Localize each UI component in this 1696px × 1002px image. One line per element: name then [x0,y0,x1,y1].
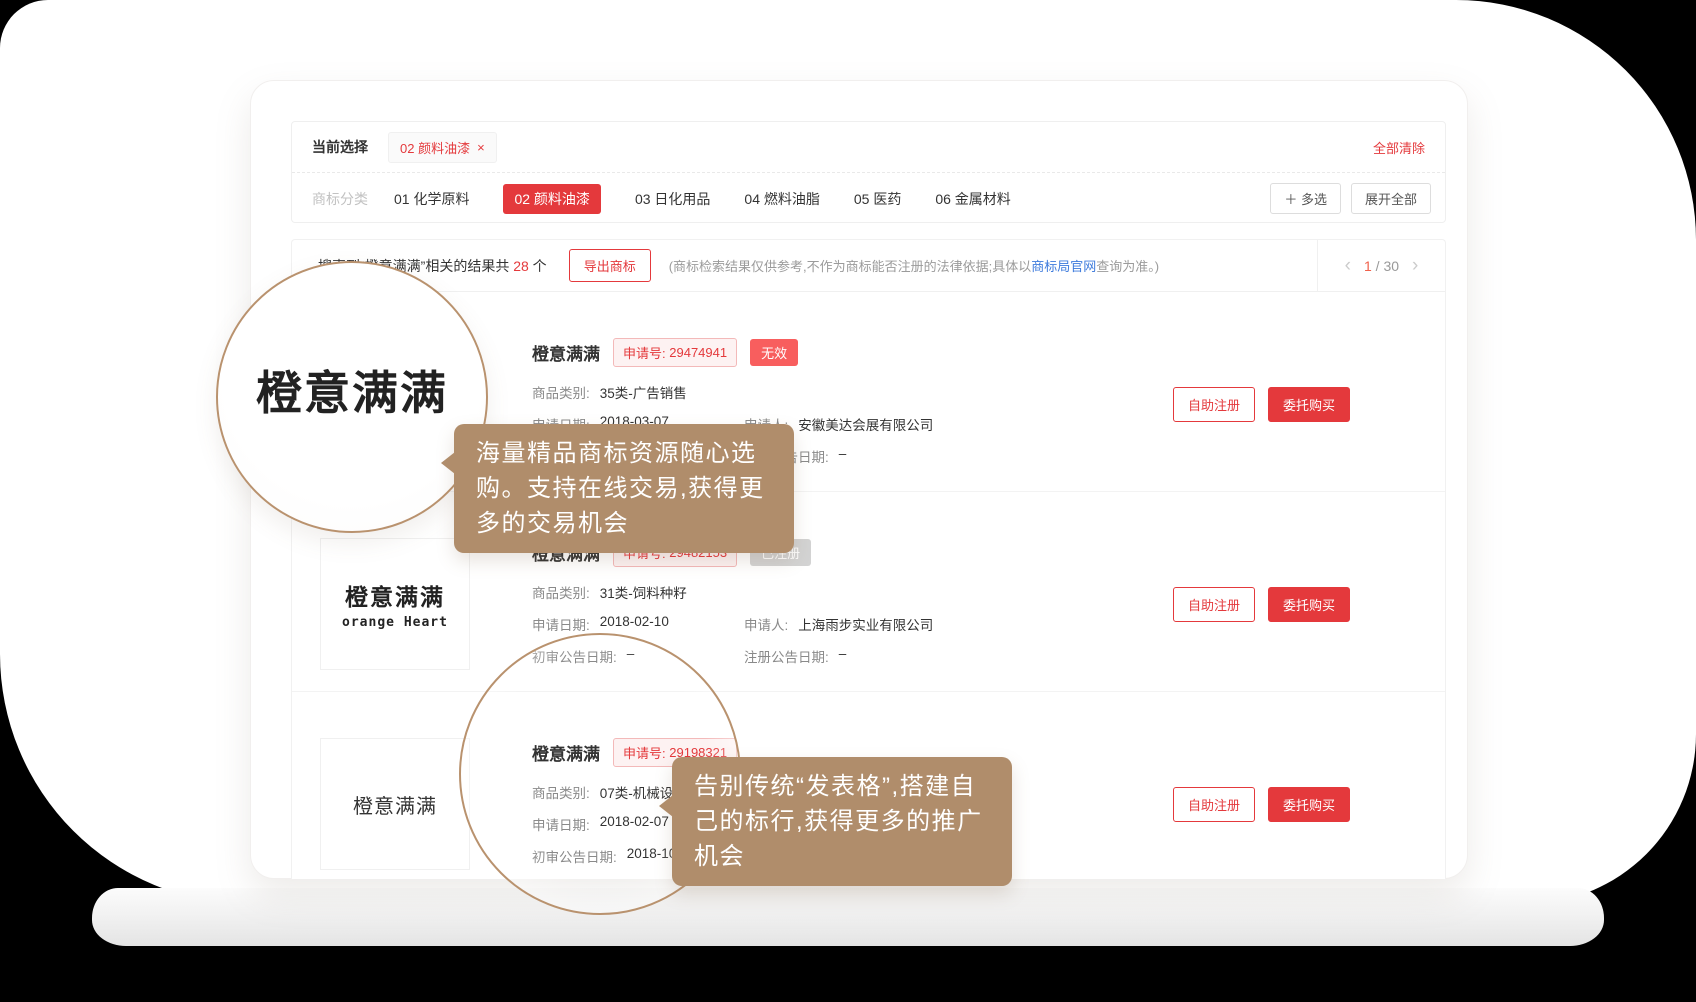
trademark-image: 橙意满满 orange Heart [320,538,470,670]
current-selection-row: 当前选择 02 颜料油漆 × 全部清除 [292,122,1445,173]
row-actions: 自助注册 委托购买 [1173,387,1350,422]
magnified-trademark-text: 橙意满满 [256,357,448,423]
magnifier-circle-top: 橙意满满 [216,261,488,533]
tooltip-arrow-left-icon [441,452,455,474]
category-tools: ＋ 多选 展开全部 [1270,183,1431,214]
trademark-image-text: 橙意满满 [353,790,437,819]
category-item-01[interactable]: 01 化学原料 [394,184,469,214]
trademark-name: 橙意满满 [532,340,600,365]
entrusted-purchase-button[interactable]: 委托购买 [1268,787,1350,822]
row-actions: 自助注册 委托购买 [1173,787,1350,822]
category-item-03[interactable]: 03 日化用品 [635,184,710,214]
category-row-label: 商标分类 [312,189,368,209]
status-badge: 无效 [750,339,798,366]
multi-select-button[interactable]: ＋ 多选 [1270,183,1341,214]
results-count-number: 28 [513,258,529,274]
results-summary: 搜索到“橙意满满”相关的结果共 28 个 导出商标 (商标检索结果仅供参考,不作… [292,249,1317,282]
registration-publication-field: 注册公告日期:– [744,646,846,666]
trademark-name: 橙意满满 [532,740,600,765]
category-item-05[interactable]: 05 医药 [854,184,901,214]
trademark-image-text: 橙意满满 [345,578,445,612]
category-item-02-selected[interactable]: 02 颜料油漆 [503,184,600,214]
trademark-image-subtext: orange Heart [342,615,448,630]
prev-page-icon[interactable]: ‹ [1345,256,1351,275]
page-indicator: 1 / 30 [1364,258,1399,274]
next-page-icon[interactable]: › [1412,256,1418,275]
category-item-04[interactable]: 04 燃料油脂 [744,184,819,214]
current-selection-label: 当前选择 [312,137,368,157]
results-disclaimer: (商标检索结果仅供参考,不作为商标能否注册的法律依据;具体以商标局官网查询为准。… [669,256,1159,275]
pagination: ‹ 1 / 30 › [1317,240,1445,291]
self-register-button[interactable]: 自助注册 [1173,587,1255,622]
tooltip-arrow-left-icon [659,795,673,817]
screenshot-canvas: 当前选择 02 颜料油漆 × 全部清除 商标分类 01 化学原料 02 颜料油漆… [0,0,1696,1002]
selected-filter-tag[interactable]: 02 颜料油漆 × [388,132,497,163]
results-header: 搜索到“橙意满满”相关的结果共 28 个 导出商标 (商标检索结果仅供参考,不作… [292,240,1445,292]
selected-filter-tag-text: 02 颜料油漆 [400,138,470,157]
trademark-office-link[interactable]: 商标局官网 [1031,259,1096,274]
category-item-06[interactable]: 06 金属材料 [935,184,1010,214]
entrusted-purchase-button[interactable]: 委托购买 [1268,587,1350,622]
trademark-image: 橙意满满 [320,738,470,870]
clear-all-button[interactable]: 全部清除 [1373,138,1425,157]
row-actions: 自助注册 委托购买 [1173,587,1350,622]
close-icon[interactable]: × [477,140,485,155]
first-publication-field: 初审公告日期:– [532,646,744,666]
application-number-badge: 申请号: 29474941 [613,338,737,367]
tooltip-marketplace: 海量精品商标资源随心选购。支持在线交易,获得更多的交易机会 [454,424,794,553]
applicant-field: 申请人:上海雨步实业有限公司 [744,614,933,634]
application-date-field: 申请日期:2018-02-10 [532,614,744,634]
entrusted-purchase-button[interactable]: 委托购买 [1268,387,1350,422]
expand-all-button[interactable]: 展开全部 [1351,183,1431,214]
self-register-button[interactable]: 自助注册 [1173,787,1255,822]
filter-box: 当前选择 02 颜料油漆 × 全部清除 商标分类 01 化学原料 02 颜料油漆… [291,121,1446,223]
category-field: 商品类别:35类-广告销售 [532,382,687,402]
category-row: 商标分类 01 化学原料 02 颜料油漆 03 日化用品 04 燃料油脂 05 … [292,173,1445,224]
self-register-button[interactable]: 自助注册 [1173,387,1255,422]
tooltip-promotion: 告别传统“发表格”,搭建自己的标行,获得更多的推广机会 [672,757,1012,886]
category-field: 商品类别:31类-饲料种籽 [532,582,687,602]
laptop-base [92,888,1604,946]
export-trademarks-button[interactable]: 导出商标 [569,249,651,282]
